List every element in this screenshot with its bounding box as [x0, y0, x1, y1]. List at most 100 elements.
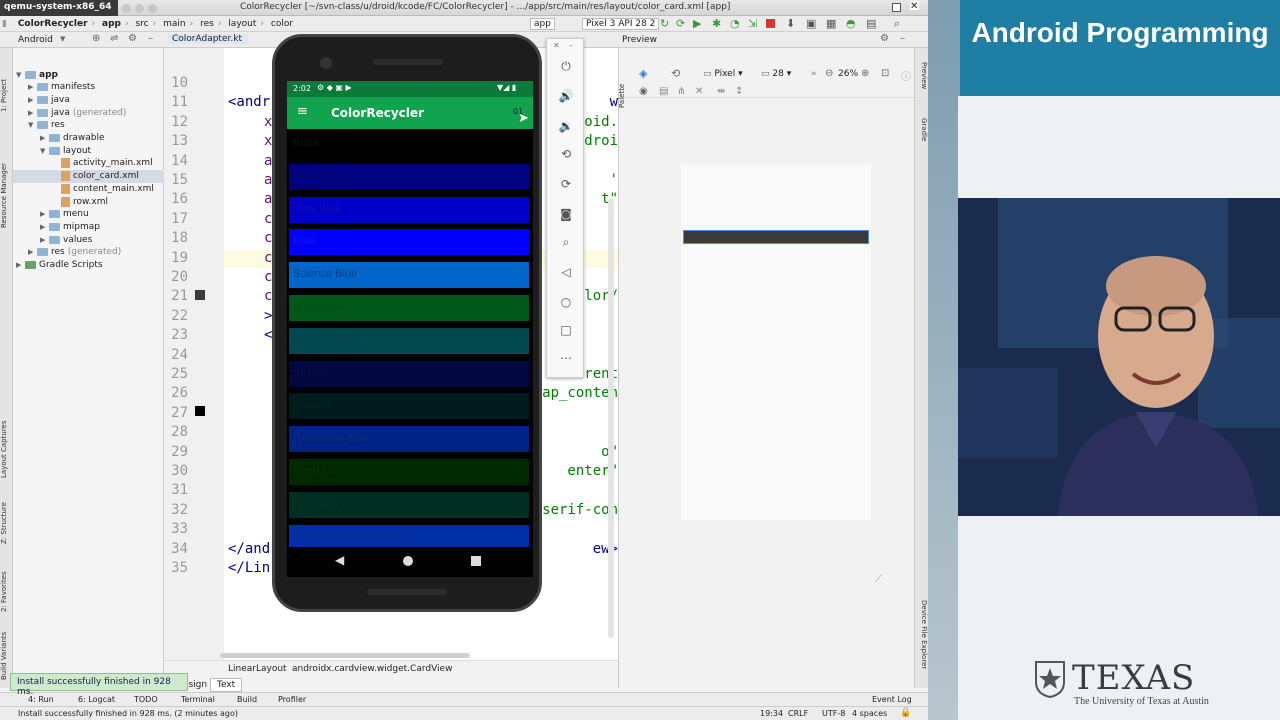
color-swatch-gutter[interactable] — [195, 406, 205, 416]
orientation-icon[interactable]: ⟲ — [671, 67, 680, 80]
phone-screen[interactable]: 2:02 ⚙ ◆ ▣ ▶ ▼◢ ▮ ≡ ColorRecycler 01 ➤ B… — [287, 81, 533, 577]
tool-tab-preview[interactable]: Preview — [915, 62, 928, 102]
zoom-in-icon[interactable]: ⊕ — [861, 68, 869, 79]
color-card[interactable]: Black — [289, 131, 529, 157]
tool-tab-event-log[interactable]: Event Log — [872, 695, 912, 704]
close-window-icon[interactable] — [122, 4, 131, 13]
run-config-select[interactable]: app — [530, 18, 555, 30]
minimize-icon[interactable]: – — [569, 41, 573, 50]
rotate-right-icon[interactable]: ⟳ — [557, 177, 575, 195]
chevron-right-icon[interactable]: ▶ — [40, 134, 49, 142]
breadcrumb-item[interactable]: app — [98, 16, 125, 29]
tool-tab-terminal[interactable]: Terminal — [181, 695, 215, 704]
collapse-icon[interactable]: ⇌ — [110, 33, 118, 44]
color-card[interactable]: Swamp — [289, 393, 529, 420]
horizontal-guide-icon[interactable]: ⇹ — [717, 86, 725, 97]
chevron-down-icon[interactable]: ▼ — [16, 71, 25, 79]
profile-icon[interactable]: ◔ — [730, 17, 740, 30]
overflow-icon[interactable]: » — [811, 69, 817, 79]
breadcrumb-item[interactable]: layout — [224, 16, 260, 29]
tree-item[interactable]: color_card.xml — [13, 169, 164, 183]
preview-canvas[interactable] — [681, 164, 871, 520]
tree-item[interactable]: ▶ manifests — [13, 81, 164, 94]
attach-debugger-icon[interactable]: ⇲ — [748, 17, 757, 30]
chevron-down-icon[interactable]: ▼ — [40, 147, 49, 155]
tree-item[interactable]: ▶ menu — [13, 208, 164, 221]
close-icon[interactable]: ✕ — [910, 1, 919, 12]
footer-breadcrumb-item[interactable]: androidx.cardview.widget.CardView — [292, 664, 452, 674]
editor-scrollbar[interactable] — [608, 198, 614, 638]
minimize-window-icon[interactable] — [135, 4, 144, 13]
footer-breadcrumb-item[interactable]: LinearLayout — [228, 664, 287, 674]
chevron-right-icon[interactable]: ▶ — [28, 83, 37, 91]
color-card[interactable]: Stratos — [289, 360, 529, 387]
tree-item[interactable]: ▶ Gradle Scripts — [13, 259, 164, 272]
tree-item[interactable]: ▶ values — [13, 233, 164, 246]
locate-icon[interactable]: ⊕ — [92, 33, 100, 44]
blueprint-icon[interactable]: ▤ — [659, 86, 668, 97]
gear-icon[interactable]: ⚙ — [880, 33, 889, 44]
debug-icon[interactable]: ✱ — [712, 17, 721, 30]
color-card[interactable]: Dark Blue — [289, 196, 529, 223]
tree-item[interactable]: ▶ res (generated) — [13, 246, 164, 259]
indent-setting[interactable]: 4 spaces — [852, 709, 887, 718]
color-list[interactable]: Black Navy Blue Dark Blue Blue Science Blue C… — [287, 131, 533, 551]
color-card[interactable]: Navy Blue — [289, 163, 529, 190]
breadcrumb-item[interactable]: res — [196, 16, 218, 29]
search-icon[interactable]: ⌕ — [894, 17, 900, 31]
tree-item[interactable]: ▶ java (generated) — [13, 106, 164, 119]
chevron-right-icon[interactable]: ▶ — [28, 248, 37, 256]
device-select[interactable]: Pixel 3 API 28 2 — [582, 18, 660, 30]
api-selector[interactable]: ▭ 28 ▾ — [761, 69, 791, 79]
zoom-out-icon[interactable]: ⊖ — [825, 68, 833, 79]
eye-icon[interactable]: ◉ — [639, 86, 648, 97]
tree-item[interactable]: ▶ drawable — [13, 132, 164, 145]
structure-icon[interactable]: ▦ — [826, 17, 836, 30]
tree-item[interactable]: ▼ layout — [13, 144, 164, 157]
overview-icon[interactable]: □ — [557, 323, 575, 341]
color-swatch-gutter[interactable] — [195, 290, 205, 300]
breadcrumb-item[interactable]: main — [159, 16, 190, 29]
magnet-icon[interactable]: ⋔ — [677, 86, 685, 97]
back-icon[interactable]: ◁ — [557, 265, 575, 283]
resize-handle[interactable]: ⟋ — [875, 574, 882, 585]
device-file-icon[interactable]: ▤ — [866, 17, 876, 30]
tool-tab-project[interactable]: 1: Project — [0, 52, 13, 112]
tab-color-adapter[interactable]: ColorAdapter.kt — [168, 34, 248, 44]
breadcrumb-item[interactable]: ColorRecycler — [14, 16, 92, 29]
device-selector[interactable]: ▭ Pixel ▾ — [703, 69, 743, 79]
tool-tab-favorites[interactable]: 2: Favorites — [0, 552, 13, 612]
zoom-window-icon[interactable] — [148, 4, 157, 13]
hide-icon[interactable]: – — [148, 33, 153, 44]
tool-tab-gradle[interactable]: Gradle — [915, 118, 928, 158]
chevron-down-icon[interactable]: ▼ — [60, 35, 65, 43]
volume-up-icon[interactable]: 🔊 — [557, 89, 575, 107]
tree-item[interactable]: activity_main.xml — [13, 157, 164, 170]
tool-tab-todo[interactable]: TODO — [134, 695, 158, 704]
tool-tab-build-variants[interactable]: Build Variants — [0, 620, 13, 680]
infer-constraints-icon[interactable]: ✕ — [695, 86, 703, 97]
chevron-right-icon[interactable]: ▶ — [40, 223, 49, 231]
tree-item[interactable]: ▶ mipmap — [13, 220, 164, 233]
sync-icon[interactable]: ↻ — [660, 17, 669, 30]
color-card[interactable]: Resolution Blue — [289, 426, 529, 453]
install-toast[interactable]: Install successfully finished in 928 ms. — [10, 673, 188, 697]
layers-icon[interactable]: ◈ — [639, 67, 647, 80]
tool-tab-palette[interactable]: Palette — [618, 68, 629, 108]
tree-item[interactable]: ▼ app — [13, 68, 164, 81]
android-icon[interactable]: ◓ — [846, 17, 856, 30]
tool-tab-logcat[interactable]: 6: Logcat — [78, 695, 115, 704]
tree-item[interactable]: row.xml — [13, 195, 164, 208]
home-icon[interactable]: ○ — [557, 295, 575, 313]
breadcrumb-item[interactable]: color — [267, 16, 297, 29]
caret-position[interactable]: 19:34 — [760, 709, 783, 718]
rotate-left-icon[interactable]: ⟲ — [557, 147, 575, 165]
hide-icon[interactable]: – — [900, 33, 905, 44]
overview-icon[interactable] — [471, 556, 481, 566]
selected-card-view[interactable] — [683, 230, 869, 244]
chevron-right-icon[interactable]: ▶ — [28, 109, 37, 117]
home-icon[interactable] — [403, 556, 413, 566]
menu-icon[interactable]: ≡ — [297, 104, 308, 119]
vertical-guide-icon[interactable]: ↕ — [735, 86, 743, 97]
tool-tab-device-file-explorer[interactable]: Device File Explorer — [915, 600, 928, 686]
